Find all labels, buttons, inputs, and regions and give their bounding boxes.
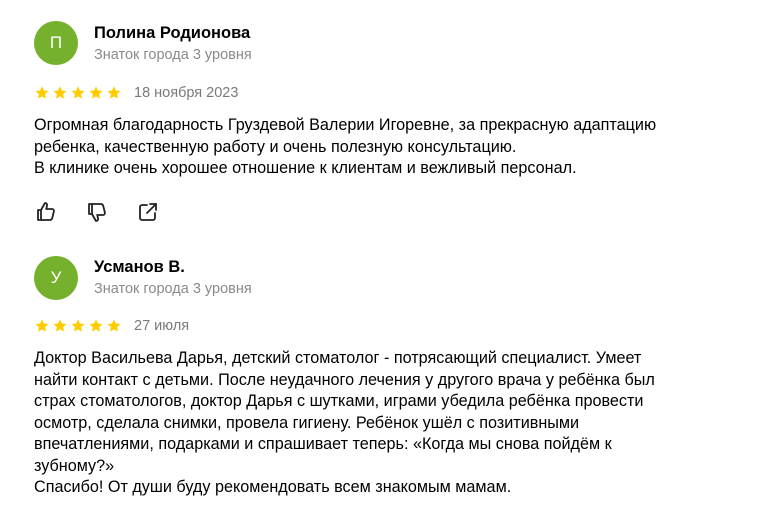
star-icon <box>35 319 49 332</box>
avatar[interactable]: У <box>34 256 78 300</box>
review-text: Огромная благодарность Груздевой Валерии… <box>34 115 754 180</box>
review-text-line: ребенка, качественную работу и очень пол… <box>34 137 517 156</box>
review-date: 27 июля <box>134 318 190 334</box>
star-icon <box>89 319 103 332</box>
star-icon <box>107 86 121 99</box>
review-text-line: зубному?» <box>34 456 115 475</box>
review-text: Доктор Васильева Дарья, детский стоматол… <box>34 348 754 499</box>
star-icon <box>89 86 103 99</box>
review-text-line: найти контакт с детьми. После неудачного… <box>34 370 655 389</box>
review-text-line: страх стоматологов, доктор Дарья с шутка… <box>34 392 644 410</box>
star-icon <box>71 319 85 332</box>
like-icon[interactable] <box>34 200 58 224</box>
review-text-line: Огромная благодарность Груздевой Валерии… <box>34 116 657 134</box>
star-rating <box>34 85 122 101</box>
avatar-letter: П <box>49 33 63 52</box>
star-rating <box>34 318 122 334</box>
star-icon <box>53 319 67 332</box>
author-level: Знаток города 3 уровня <box>94 281 252 297</box>
rating-row: 18 ноября 2023 <box>34 85 238 101</box>
avatar-letter: У <box>50 268 62 287</box>
dislike-icon[interactable] <box>85 200 109 224</box>
avatar[interactable]: П <box>34 21 78 65</box>
author-name[interactable]: Полина Родионова <box>94 24 250 43</box>
author-name[interactable]: Усманов В. <box>94 258 185 277</box>
review-text-line: осмотр, сделала снимки, провела гигиену.… <box>34 413 580 432</box>
star-icon <box>71 86 85 99</box>
rating-row: 27 июля <box>34 318 189 334</box>
review-date: 18 ноября 2023 <box>134 85 239 101</box>
review-text-line: Спасибо! От души буду рекомендовать всем… <box>34 478 512 496</box>
star-icon <box>35 86 49 99</box>
review-actions <box>34 200 160 224</box>
review-text-line: В клинике очень хорошее отношение к клие… <box>34 159 577 177</box>
review-text-line: впечатлениями, подарками и спрашивает те… <box>34 435 612 453</box>
star-icon <box>107 319 121 332</box>
review-text-line: Доктор Васильева Дарья, детский стоматол… <box>34 349 642 367</box>
author-level: Знаток города 3 уровня <box>94 47 252 63</box>
star-icon <box>53 86 67 99</box>
share-icon[interactable] <box>136 200 160 224</box>
